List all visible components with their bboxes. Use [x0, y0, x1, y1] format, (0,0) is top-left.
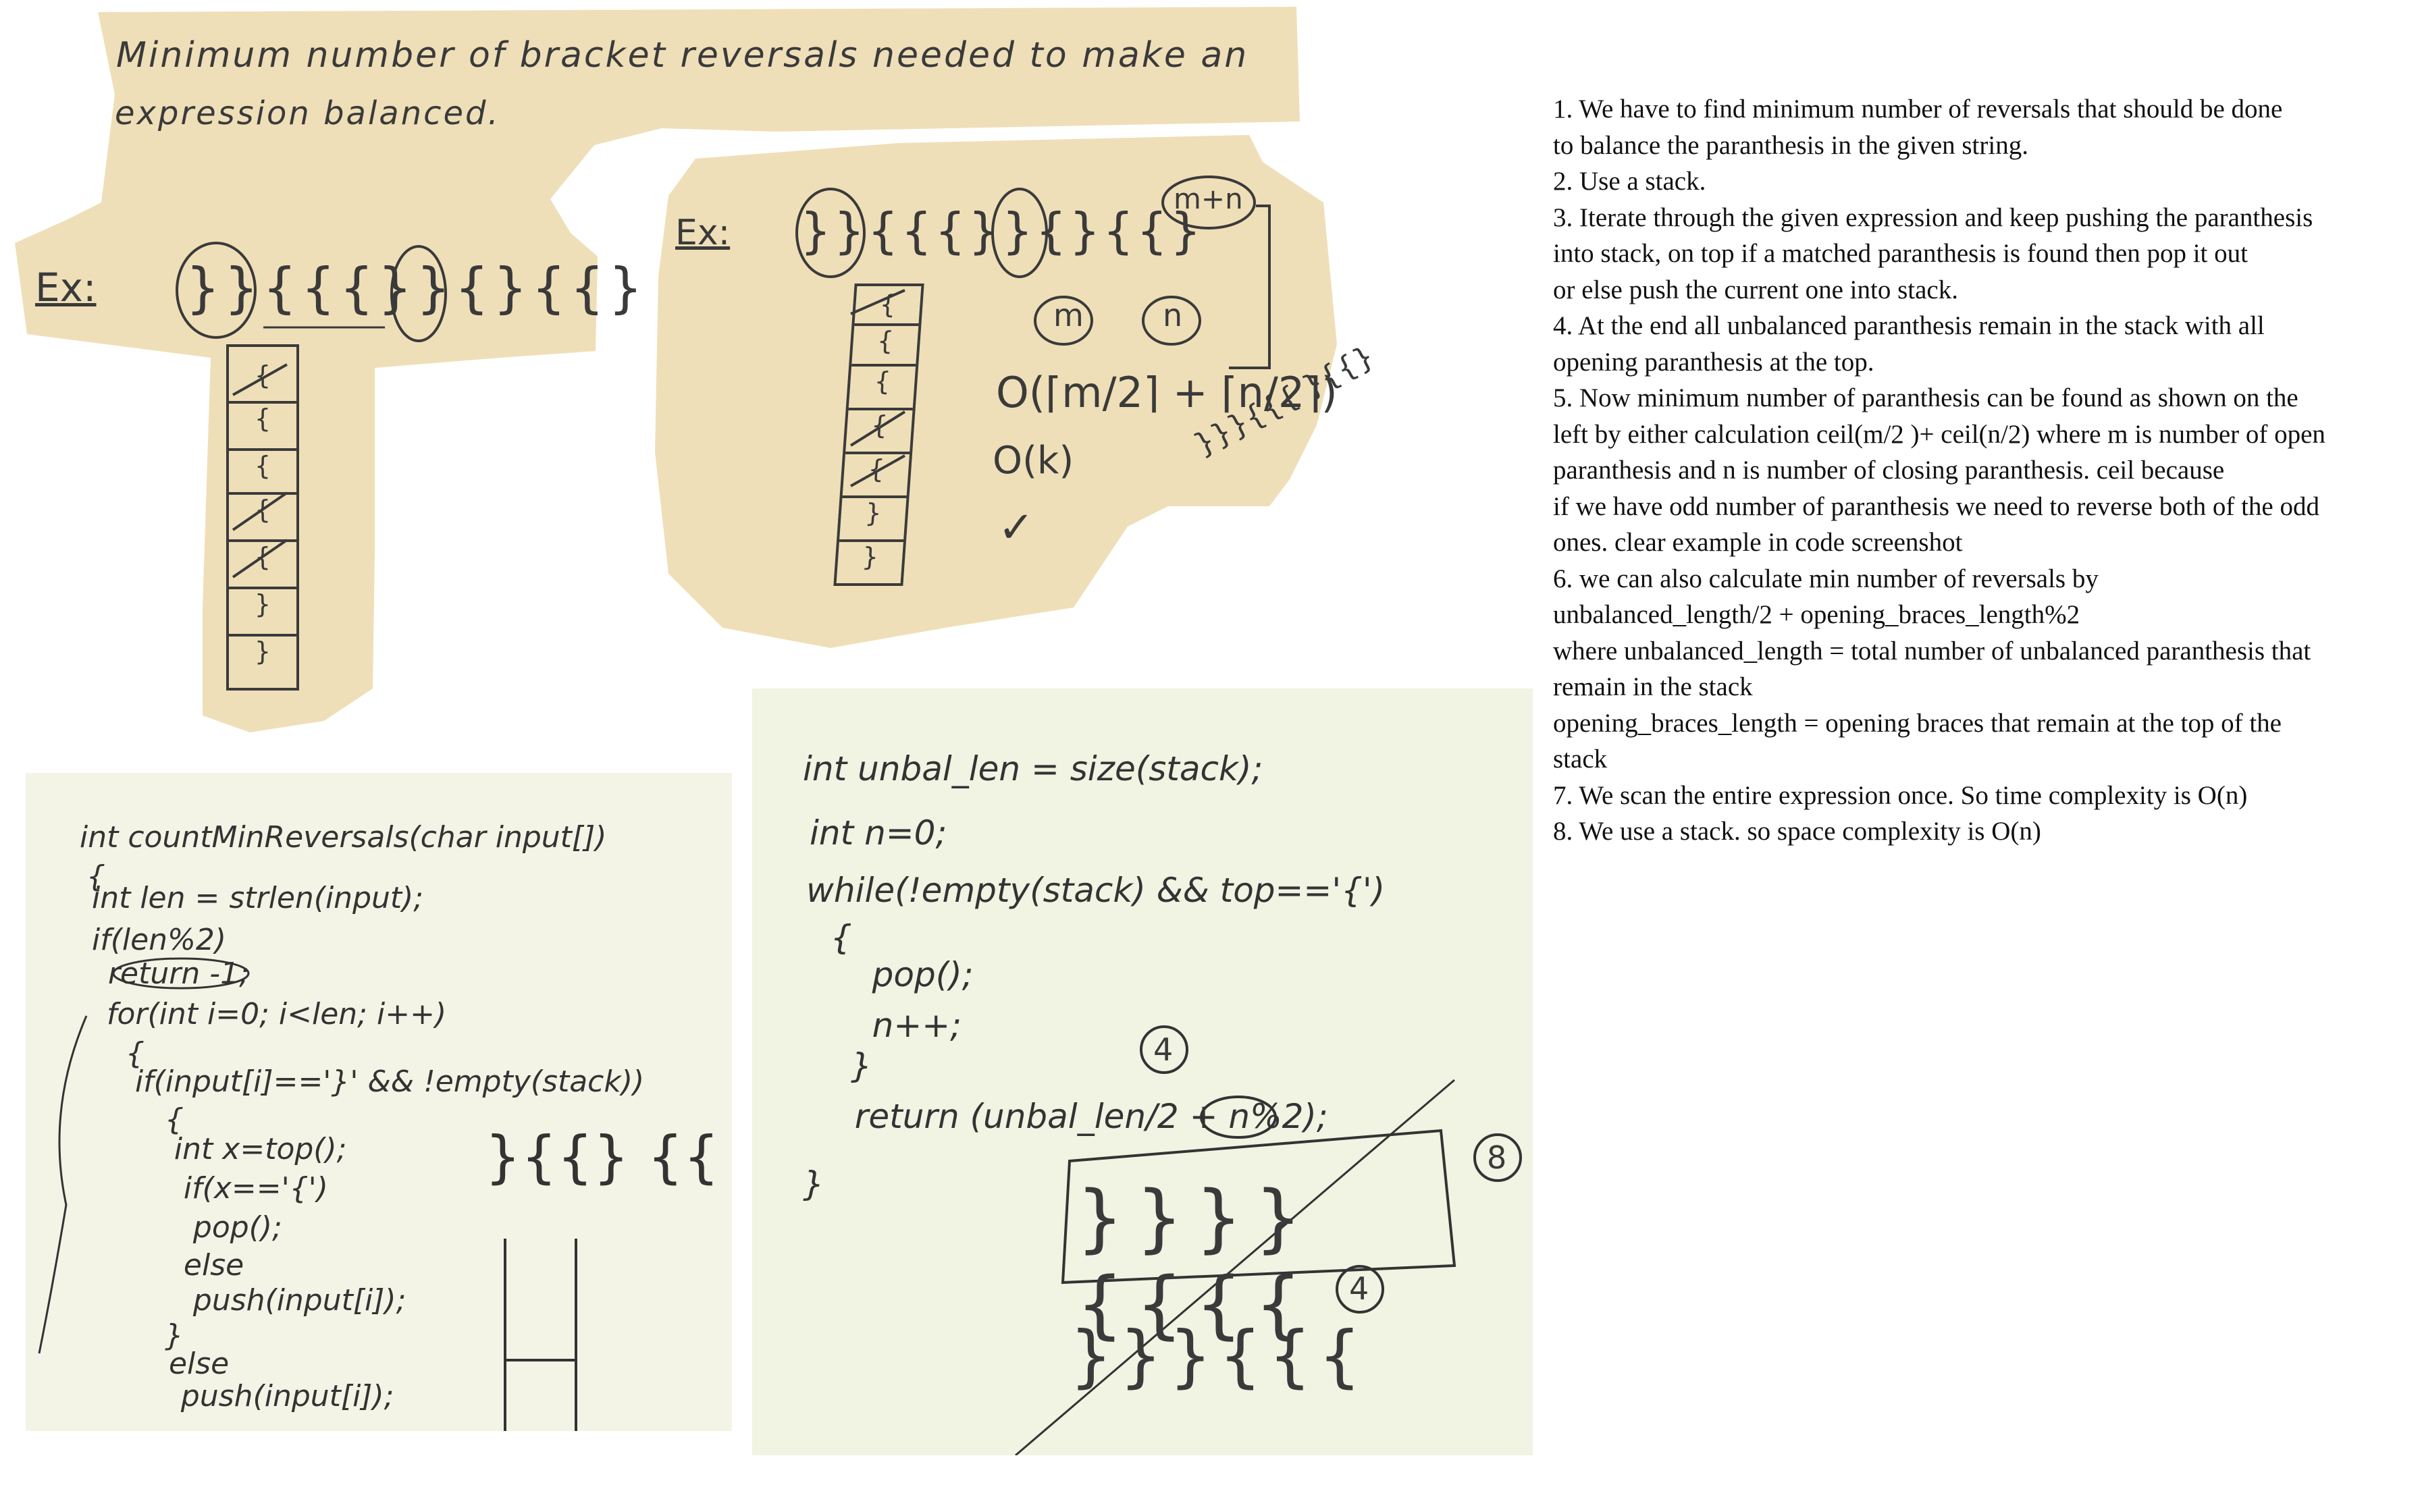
explanation-line: 1. We have to find minimum number of rev… — [1553, 94, 2283, 124]
explanation-line: or else push the current one into stack. — [1553, 275, 1958, 304]
explanation-line: ones. clear example in code screenshot — [1553, 528, 1963, 557]
n-bubble-label: n — [1163, 297, 1183, 333]
left-stack-strikes — [232, 363, 288, 578]
explanation-line: 8. We use a stack. so space complexity i… — [1553, 817, 2041, 846]
explanation-line: 5. Now minimum number of paranthesis can… — [1553, 383, 2298, 412]
explanation-line: into stack, on top if a matched paranthe… — [1553, 239, 2248, 268]
explanation-line: opening_braces_length = opening braces t… — [1553, 708, 2282, 738]
left-example-circles — [176, 242, 447, 342]
explanation-line: where unbalanced_length = total number o… — [1553, 636, 2311, 666]
board-left-drawings — [38, 957, 577, 1431]
explanation-line: 2. Use a stack. — [1553, 167, 1706, 196]
explanation-line: 7. We scan the entire expression once. S… — [1553, 780, 2248, 810]
right-example-label: Ex: — [675, 213, 731, 253]
k-complexity: O(k) — [993, 439, 1074, 483]
right-example-circles — [795, 188, 1048, 278]
explanation-line: 6. we can also calculate min number of r… — [1553, 564, 2099, 593]
explanation-line: to balance the paranthesis in the given … — [1553, 130, 2028, 160]
check-mark: ✓ — [998, 503, 1034, 553]
explanation-line: opening paranthesis at the top. — [1553, 347, 1874, 377]
explanation-line: if we have odd number of paranthesis we … — [1553, 491, 2319, 521]
right-stack-strikes — [849, 289, 906, 487]
explanation-text: 1. We have to find minimum number of rev… — [1553, 91, 2417, 850]
left-example-label: Ex: — [35, 265, 97, 310]
explanation-line: stack — [1553, 745, 1608, 774]
code-board-right: int unbal_len = size(stack); int n=0; wh… — [752, 688, 1533, 1455]
circle-4-label: 4 — [1153, 1031, 1174, 1068]
explanation-line: left by either calculation ceil(m/2 )+ c… — [1553, 419, 2325, 449]
explanation-line: remain in the stack — [1553, 672, 1753, 701]
left-note-title-1: Minimum number of bracket reversals need… — [116, 35, 1249, 76]
left-note-title-2: expression balanced. — [115, 94, 500, 132]
brace-row-2: }}}{{{ — [1070, 1316, 1368, 1395]
explanation-line: 4. At the end all unbalanced paranthesis… — [1553, 311, 2265, 340]
m-bubble-label: m — [1053, 297, 1084, 333]
explanation-line: paranthesis and n is number of closing p… — [1553, 456, 2225, 485]
circle-8-label: 8 — [1487, 1139, 1507, 1176]
explanation-line: 3. Iterate through the given expression … — [1553, 202, 2313, 232]
connector-line — [1229, 205, 1271, 369]
explanation-line: unbalanced_length/2 + opening_braces_len… — [1553, 600, 2080, 629]
code-board-left: int countMinReversals(char input[]) { in… — [26, 773, 732, 1431]
